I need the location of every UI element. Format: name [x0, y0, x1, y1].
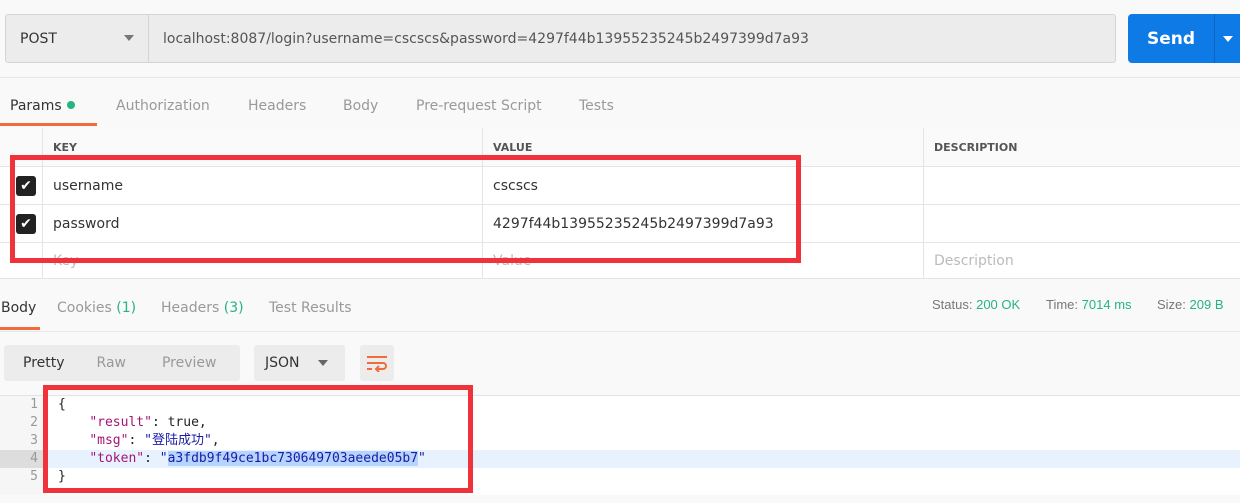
- tab-params[interactable]: Params: [10, 98, 75, 114]
- response-status: Status: 200 OK: [932, 297, 1021, 312]
- column-description: DESCRIPTION: [923, 128, 1240, 166]
- wrap-lines-button[interactable]: [360, 345, 394, 381]
- format-select[interactable]: JSON: [254, 345, 345, 381]
- tab-response-headers[interactable]: Headers (3): [161, 300, 244, 316]
- tab-body[interactable]: Body: [343, 98, 378, 114]
- divider: [0, 77, 1240, 78]
- active-tab-indicator: [0, 327, 40, 330]
- response-size: Size: 209 B: [1157, 297, 1224, 312]
- method-label: POST: [20, 30, 57, 47]
- wrap-lines-icon: [367, 356, 387, 372]
- send-button[interactable]: Send: [1128, 14, 1240, 63]
- send-options-dropdown[interactable]: [1214, 14, 1240, 63]
- line-number: 3: [30, 433, 38, 448]
- active-tab-indicator: [0, 123, 97, 126]
- line-number: 5: [30, 469, 38, 484]
- line-number: 1: [30, 397, 38, 412]
- tab-tests[interactable]: Tests: [579, 98, 614, 114]
- method-select[interactable]: POST: [5, 14, 149, 63]
- line-number: 4: [30, 451, 38, 466]
- param-description[interactable]: [923, 205, 1240, 242]
- tab-response-body[interactable]: Body: [1, 300, 36, 316]
- highlight-box: [10, 155, 801, 263]
- pretty-button[interactable]: Pretty: [23, 355, 65, 371]
- tab-test-results[interactable]: Test Results: [269, 300, 352, 316]
- url-input[interactable]: localhost:8087/login?username=cscscs&pas…: [148, 14, 1116, 63]
- tab-cookies[interactable]: Cookies (1): [57, 300, 136, 316]
- new-description-input[interactable]: Description: [923, 243, 1240, 278]
- response-time: Time: 7014 ms: [1046, 297, 1132, 312]
- highlight-box: [43, 385, 473, 493]
- divider: [0, 331, 1240, 332]
- status-dot-icon: [66, 101, 75, 109]
- view-mode-group: Pretty Raw Preview: [4, 345, 240, 381]
- chevron-down-icon: [1223, 36, 1233, 42]
- param-description[interactable]: [923, 167, 1240, 204]
- chevron-down-icon: [124, 35, 134, 41]
- send-label: Send: [1146, 28, 1196, 49]
- tab-authorization[interactable]: Authorization: [116, 98, 210, 114]
- preview-button[interactable]: Preview: [162, 355, 217, 371]
- chevron-down-icon: [318, 360, 328, 366]
- tab-headers[interactable]: Headers: [248, 98, 306, 114]
- tab-pre-request-script[interactable]: Pre-request Script: [416, 98, 542, 114]
- line-number: 2: [30, 415, 38, 430]
- raw-button[interactable]: Raw: [97, 355, 126, 371]
